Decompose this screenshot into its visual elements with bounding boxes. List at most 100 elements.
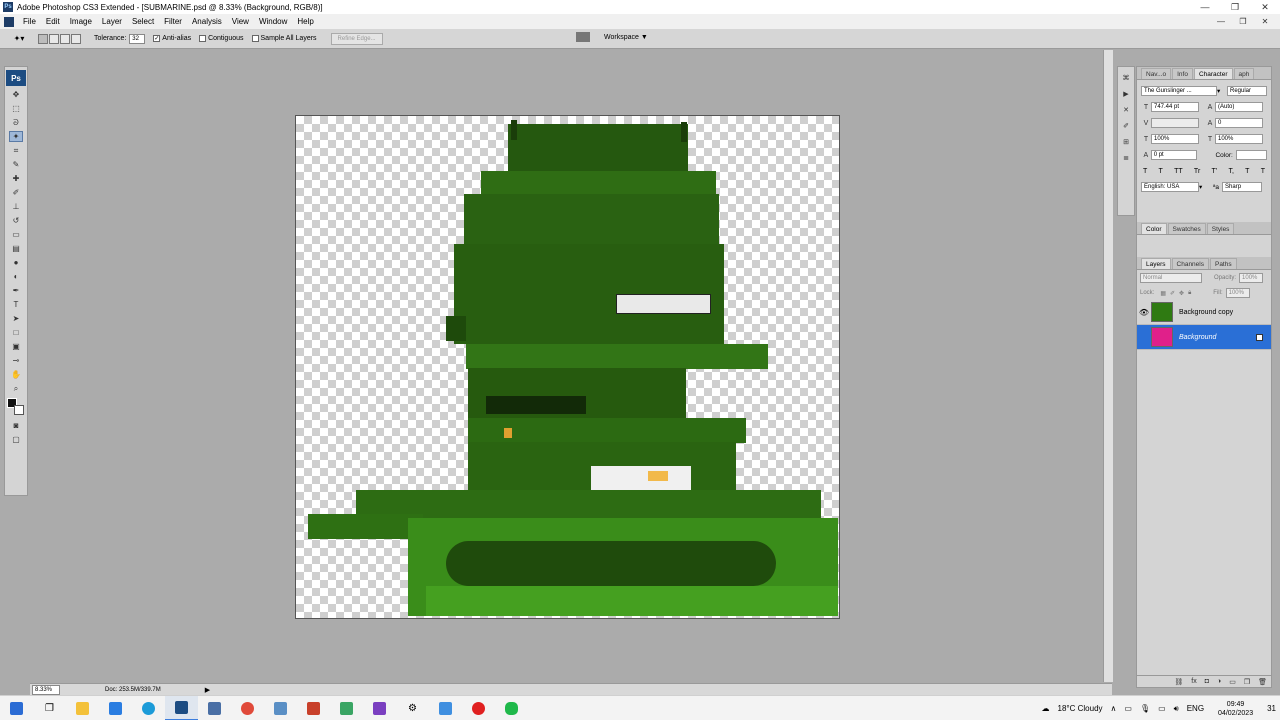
doc-restore-icon[interactable]: ❐ [1232,14,1254,29]
anti-alias-method-select[interactable]: Sharp [1222,182,1263,192]
app-icon-4[interactable] [429,696,462,720]
document-canvas[interactable] [295,115,840,619]
menu-view[interactable]: View [227,17,254,26]
canvas-area[interactable] [30,50,1112,682]
restore-icon[interactable]: ❐ [1220,0,1250,14]
intersect-selection-button[interactable] [71,33,81,44]
baseline-shift-input[interactable]: 0 pt [1150,150,1198,160]
store-icon[interactable] [99,696,132,720]
app-icon-3[interactable] [330,696,363,720]
delete-layer-icon[interactable]: 🗑︎ [1258,678,1267,686]
horizontal-scale-input[interactable]: 100% [1215,134,1263,144]
blend-mode-select[interactable]: Normal [1140,273,1202,283]
background-color[interactable] [14,405,24,415]
faux-italic-button[interactable]: T [1159,168,1163,175]
font-size-input[interactable]: 747.44 pt [1151,102,1199,112]
kerning-input[interactable] [1151,118,1199,128]
sample-all-layers-checkbox[interactable]: Sample All Layers [251,35,317,42]
tray-overflow-icon[interactable]: ∧ [1111,704,1117,713]
tab-swatches[interactable]: Swatches [1167,223,1206,234]
lock-position-icon[interactable]: ✥ [1179,290,1184,297]
layer-name[interactable]: Background copy [1179,309,1233,316]
text-color-swatch[interactable] [1235,150,1268,160]
new-group-icon[interactable]: ▭ [1229,678,1236,686]
vertical-scrollbar[interactable] [1103,50,1113,682]
superscript-button[interactable]: T' [1212,168,1218,175]
weather-text[interactable]: 18°C Cloudy [1058,704,1103,713]
minimize-icon[interactable]: — [1190,0,1220,14]
contiguous-checkbox[interactable]: Contiguous [199,35,244,42]
menu-help[interactable]: Help [292,17,318,26]
close-icon[interactable]: ✕ [1250,0,1280,14]
document-icon[interactable] [4,16,14,27]
brush-tool-icon[interactable]: ✐ [9,187,23,198]
magic-wand-tool-icon[interactable]: ✦ [9,131,23,142]
gradient-tool-icon[interactable]: ▤ [9,243,23,254]
tab-info[interactable]: Info [1172,68,1193,79]
magic-wand-preset-icon[interactable]: ✦▾ [8,32,30,46]
type-tool-icon[interactable]: T [9,299,23,310]
network-icon[interactable]: ▭ [1158,704,1166,713]
language-indicator[interactable]: ENG [1187,704,1204,713]
add-to-selection-button[interactable] [49,33,59,44]
move-tool-icon[interactable]: ✥ [9,89,23,100]
blur-tool-icon[interactable]: ● [9,257,23,268]
edge-icon[interactable] [132,696,165,720]
screen-mode-icon[interactable]: ▢ [9,434,23,445]
menu-filter[interactable]: Filter [159,17,187,26]
tray-app-icon[interactable]: ▭ [1124,704,1132,713]
layer-name[interactable]: Background [1179,334,1216,341]
pen-tool-icon[interactable]: ✒ [9,285,23,296]
lock-transparency-icon[interactable]: ▦ [1160,290,1166,297]
start-icon[interactable] [0,696,33,720]
font-family-chevron-down-icon[interactable]: ▾ [1217,87,1223,95]
menu-edit[interactable]: Edit [41,17,65,26]
weather-cloud-icon[interactable]: ☁ [1042,704,1050,713]
tab-styles[interactable]: Styles [1206,223,1235,234]
brushes-panel-icon[interactable]: ✐ [1120,120,1132,131]
underline-button[interactable]: T [1245,168,1249,175]
font-family-select[interactable]: The Gunslinger ... [1141,86,1217,96]
clone-stamp-tool-icon[interactable]: ⊥ [9,201,23,212]
doc-close-icon[interactable]: ✕ [1254,14,1276,29]
lasso-tool-icon[interactable]: ᘐ [9,117,23,128]
clone-source-icon[interactable]: ⊞ [1120,136,1132,147]
record-icon[interactable] [462,696,495,720]
lock-all-icon[interactable]: 🔒︎ [1188,290,1191,297]
path-selection-tool-icon[interactable]: ➤ [9,313,23,324]
history-brush-tool-icon[interactable]: ↺ [9,215,23,226]
refine-edge-button[interactable]: Refine Edge... [330,32,383,45]
settings-icon[interactable]: ⚙ [396,696,429,720]
menu-analysis[interactable]: Analysis [187,17,227,26]
small-caps-button[interactable]: Tr [1194,168,1200,175]
tracking-input[interactable]: 0 [1215,118,1263,128]
all-caps-button[interactable]: TT [1174,168,1183,175]
calculator-icon[interactable] [198,696,231,720]
line-icon[interactable] [495,696,528,720]
tolerance-input[interactable]: 32 [129,33,146,44]
faux-bold-button[interactable]: T [1143,168,1147,175]
slice-tool-icon[interactable]: ✎ [9,159,23,170]
tab-paragraph[interactable]: aph [1233,68,1255,79]
hand-tool-icon[interactable]: ✋ [9,369,23,380]
healing-brush-tool-icon[interactable]: ✚ [9,173,23,184]
tool-presets-icon[interactable]: ✕ [1120,104,1132,115]
app-icon-1[interactable] [264,696,297,720]
language-select[interactable]: English: USA [1141,182,1199,192]
vertical-scale-input[interactable]: 100% [1151,134,1199,144]
file-explorer-icon[interactable] [66,696,99,720]
crop-tool-icon[interactable]: ⌗ [9,145,23,156]
fill-input[interactable]: 100% [1225,288,1250,298]
anti-alias-checkbox[interactable]: ✓ Anti-alias [153,35,191,42]
new-selection-button[interactable] [38,33,48,44]
tab-paths[interactable]: Paths [1209,258,1237,269]
chrome-icon[interactable] [231,696,264,720]
language-chevron-down-icon[interactable]: ▾ [1199,183,1207,191]
visibility-eye-icon[interactable]: 👁︎ [1137,308,1151,317]
marquee-tool-icon[interactable]: ⬚ [9,103,23,114]
dodge-tool-icon[interactable]: ◐ [9,271,23,282]
menu-file[interactable]: File [18,17,41,26]
tab-navigator[interactable]: Nav...o [1141,68,1172,79]
tab-channels[interactable]: Channels [1171,258,1209,269]
app-icon-2[interactable] [297,696,330,720]
